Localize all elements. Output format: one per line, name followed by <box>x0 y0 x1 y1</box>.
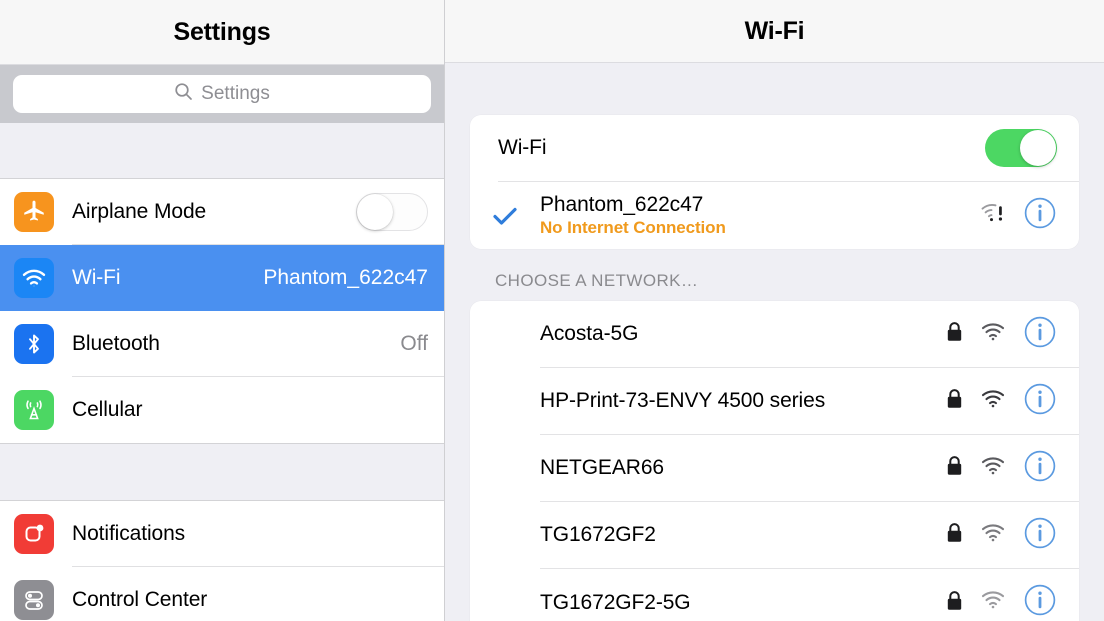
info-icon[interactable] <box>1023 315 1057 354</box>
sidebar-item-notifications[interactable]: Notifications <box>0 501 444 567</box>
sidebar-item-cellular[interactable]: Cellular <box>0 377 444 443</box>
sidebar-item-wifi[interactable]: Wi-Fi Phantom_622c47 <box>0 245 444 311</box>
detail-page-title: Wi-Fi <box>744 16 805 45</box>
lock-icon <box>946 455 963 481</box>
wifi-toggle[interactable] <box>985 129 1057 167</box>
network-row-inner: HP-Print-73-ENVY 4500 series <box>540 368 1079 435</box>
choose-network-header: CHOOSE A NETWORK… <box>470 249 1079 301</box>
sidebar-header: Settings <box>0 0 444 65</box>
notifications-icon <box>14 514 54 554</box>
lock-icon <box>946 388 963 414</box>
network-row-icons <box>946 583 1057 621</box>
detail-header: Wi-Fi <box>445 0 1104 63</box>
control-center-icon <box>14 580 54 620</box>
lock-icon <box>946 321 963 347</box>
network-row-netgear66[interactable]: NETGEAR66 <box>470 435 1079 502</box>
checkmark-icon <box>492 205 540 227</box>
bluetooth-icon <box>14 324 54 364</box>
connected-network-status: No Internet Connection <box>540 218 726 237</box>
network-row-inner: TG1672GF2-5G <box>540 569 1079 621</box>
wifi-signal-icon <box>980 322 1006 347</box>
network-row-icons <box>946 449 1057 488</box>
network-row-hp-print[interactable]: HP-Print-73-ENVY 4500 series <box>470 368 1079 435</box>
search-zone: Settings <box>0 65 444 123</box>
sidebar-item-label: Cellular <box>72 398 143 421</box>
sidebar-item-wifi-body: Wi-Fi Phantom_622c47 <box>72 245 444 311</box>
wifi-icon <box>14 258 54 298</box>
network-name: Acosta-5G <box>540 322 639 345</box>
search-icon <box>174 82 193 106</box>
connected-network-texts: Phantom_622c47 No Internet Connection <box>540 193 726 238</box>
sidebar-item-control-center[interactable]: Control Center <box>0 567 444 621</box>
connected-network-name: Phantom_622c47 <box>540 193 704 216</box>
sidebar-item-notifications-body: Notifications <box>72 501 444 567</box>
sidebar-item-label: Notifications <box>72 521 186 545</box>
wifi-signal-icon <box>980 456 1006 481</box>
info-icon[interactable] <box>1023 382 1057 421</box>
network-name: NETGEAR66 <box>540 456 664 479</box>
network-name: TG1672GF2 <box>540 523 656 546</box>
detail-top-spacer <box>470 63 1079 115</box>
wifi-detail-panel: Wi-Fi Wi-Fi Phantom_622c47 No Internet C… <box>445 0 1104 621</box>
network-name: TG1672GF2-5G <box>540 590 691 614</box>
lock-icon <box>946 590 963 616</box>
sidebar-item-control-center-body: Control Center <box>72 567 444 621</box>
detail-body: Wi-Fi Phantom_622c47 No Internet Connect… <box>445 63 1104 621</box>
wifi-alert-icon <box>980 202 1006 229</box>
wifi-signal-icon <box>980 590 1006 615</box>
search-input[interactable]: Settings <box>13 75 431 113</box>
page-title: Settings <box>173 17 271 46</box>
sidebar-item-airplane-mode[interactable]: Airplane Mode <box>0 179 444 245</box>
network-name: HP-Print-73-ENVY 4500 series <box>540 389 826 412</box>
settings-screen: Settings Settings Airplane Mode Wi-Fi Ph… <box>0 0 1104 621</box>
sidebar-item-airplane-mode-body: Airplane Mode <box>72 179 444 245</box>
connected-network-row[interactable]: Phantom_622c47 No Internet Connection <box>470 182 1079 249</box>
sidebar-item-cellular-body: Cellular <box>72 377 444 443</box>
cellular-icon <box>14 390 54 430</box>
wifi-signal-icon <box>980 389 1006 414</box>
network-row-icons <box>946 382 1057 421</box>
choose-network-header-text: CHOOSE A NETWORK… <box>495 271 699 290</box>
network-row-tg1672gf2[interactable]: TG1672GF2 <box>470 502 1079 569</box>
lock-icon <box>946 522 963 548</box>
wifi-toggle-label: Wi-Fi <box>498 136 547 159</box>
info-icon[interactable] <box>1023 583 1057 621</box>
sidebar-item-value: Phantom_622c47 <box>263 265 428 289</box>
sidebar-item-label: Bluetooth <box>72 331 160 355</box>
sidebar-group-system: Notifications Control Center <box>0 501 444 621</box>
network-row-tg1672gf2-5g[interactable]: TG1672GF2-5G <box>470 569 1079 621</box>
wifi-status-card: Wi-Fi Phantom_622c47 No Internet Connect… <box>470 115 1079 249</box>
sidebar-item-bluetooth[interactable]: Bluetooth Off <box>0 311 444 377</box>
network-row-acosta-5g[interactable]: Acosta-5G <box>470 301 1079 368</box>
info-icon[interactable] <box>1023 516 1057 555</box>
wifi-signal-icon <box>980 523 1006 548</box>
sidebar-item-label: Control Center <box>72 587 208 611</box>
network-row-icons <box>946 516 1057 555</box>
network-row-inner: Acosta-5G <box>540 301 1079 368</box>
connected-network-icons <box>980 196 1057 235</box>
sidebar-gap-top <box>0 123 444 179</box>
available-networks-card: Acosta-5G HP-Print-73-ENVY 4500 series N… <box>470 301 1079 621</box>
sidebar-item-label: Wi-Fi <box>72 265 121 289</box>
sidebar-gap-middle <box>0 443 444 501</box>
info-icon[interactable] <box>1023 196 1057 235</box>
toggle-knob <box>357 193 393 230</box>
airplane-mode-toggle[interactable] <box>356 192 428 231</box>
connected-network-inner: Phantom_622c47 No Internet Connection <box>540 182 1079 249</box>
wifi-toggle-row[interactable]: Wi-Fi <box>470 115 1079 182</box>
info-icon[interactable] <box>1023 449 1057 488</box>
sidebar-item-bluetooth-body: Bluetooth Off <box>72 311 444 377</box>
search-placeholder: Settings <box>201 83 270 104</box>
toggle-knob <box>1020 130 1056 166</box>
network-row-inner: NETGEAR66 <box>540 435 1079 502</box>
sidebar-item-label: Airplane Mode <box>72 199 207 223</box>
wifi-toggle-row-inner: Wi-Fi <box>498 115 1079 182</box>
network-row-icons <box>946 315 1057 354</box>
network-row-inner: TG1672GF2 <box>540 502 1079 569</box>
sidebar-item-value: Off <box>400 331 428 355</box>
sidebar-group-connectivity: Airplane Mode Wi-Fi Phantom_622c47 Bluet… <box>0 179 444 443</box>
airplane-icon <box>14 192 54 232</box>
settings-sidebar: Settings Settings Airplane Mode Wi-Fi Ph… <box>0 0 445 621</box>
